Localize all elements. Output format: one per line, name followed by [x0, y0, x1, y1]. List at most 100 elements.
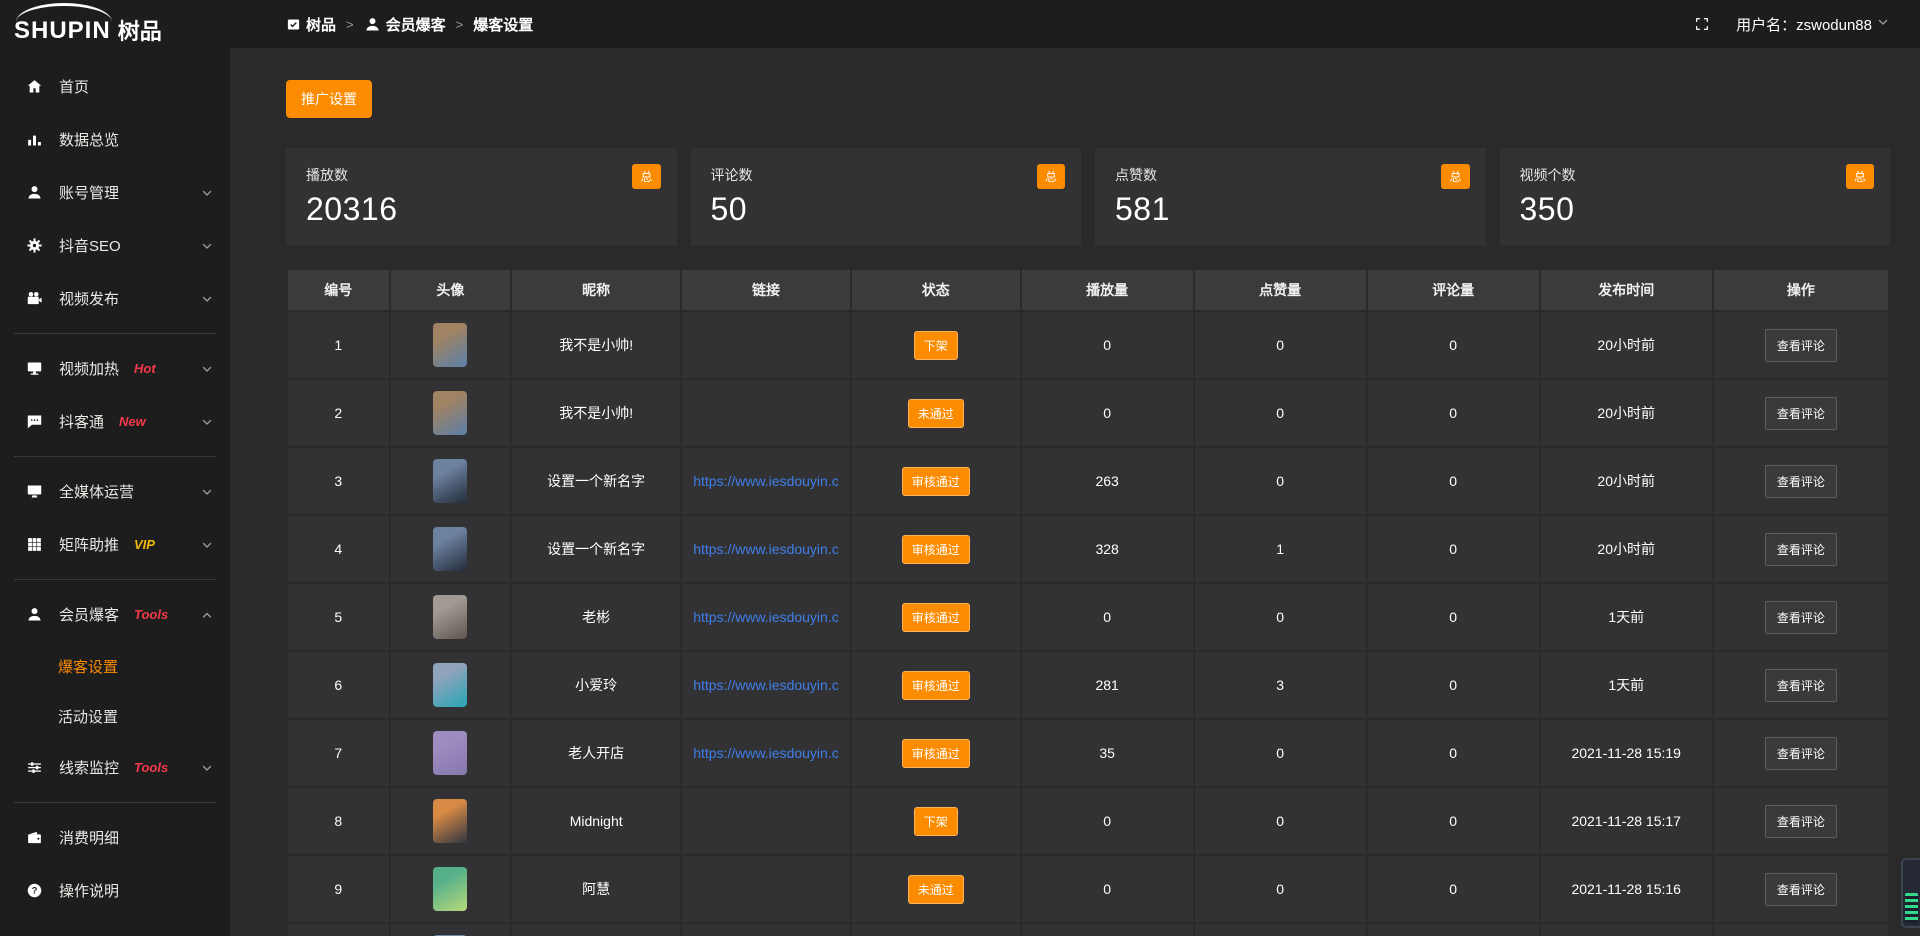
view-comments-button[interactable]: 查看评论 — [1765, 737, 1837, 770]
username-label: 用户名：zswodun88 — [1736, 14, 1872, 35]
cell-avatar — [390, 651, 512, 719]
sidebar-item-label: 抖音SEO — [59, 235, 121, 256]
user-icon — [26, 184, 46, 201]
sidebar-item-label: 线索监控 — [59, 757, 119, 778]
view-comments-button[interactable]: 查看评论 — [1765, 329, 1837, 362]
breadcrumb-label: 树品 — [306, 14, 336, 35]
view-comments-button[interactable]: 查看评论 — [1765, 873, 1837, 906]
cell-avatar — [390, 583, 512, 651]
table-row: 8Midnight下架0002021-11-28 15:17查看评论 — [287, 787, 1889, 855]
video-link[interactable]: https://www.iesdouyin.c — [693, 473, 839, 489]
cell-link — [681, 855, 851, 923]
sidebar-item-label: 会员爆客 — [59, 604, 119, 625]
view-comments-button[interactable]: 查看评论 — [1765, 533, 1837, 566]
sidebar-item-label: 操作说明 — [59, 880, 119, 901]
sidebar-item-matrix-boost[interactable]: 矩阵助推VIP — [0, 518, 230, 571]
column-header: 头像 — [390, 269, 512, 311]
floating-widget[interactable] — [1901, 858, 1920, 928]
view-comments-button[interactable]: 查看评论 — [1765, 601, 1837, 634]
chevron-down-icon — [200, 239, 214, 253]
cell-id: 4 — [287, 515, 390, 583]
cell-publish-time: 1天前 — [1540, 651, 1713, 719]
cell-likes — [1194, 923, 1367, 936]
wallet-icon — [26, 829, 46, 846]
sidebar-item-home[interactable]: 首页 — [0, 60, 230, 113]
cell-action: 查看评论 — [1713, 311, 1889, 379]
cell-nickname: 老彬 — [511, 583, 681, 651]
view-comments-button[interactable]: 查看评论 — [1765, 805, 1837, 838]
breadcrumb-item-1[interactable]: 树品 — [286, 14, 336, 35]
cell-comments: 0 — [1367, 719, 1540, 787]
cell-likes: 0 — [1194, 787, 1367, 855]
table-header-row: 编号头像昵称链接状态播放量点赞量评论量发布时间操作 — [287, 269, 1889, 311]
cell-comments: 0 — [1367, 583, 1540, 651]
sidebar-subitem-baoke-settings[interactable]: 爆客设置 — [0, 641, 230, 691]
status-badge: 下架 — [914, 331, 958, 360]
cell-likes: 0 — [1194, 719, 1367, 787]
cell-nickname: 阿慧 — [511, 855, 681, 923]
chevron-up-icon — [200, 608, 214, 622]
cell-link — [681, 923, 851, 936]
sidebar-item-member-baoke[interactable]: 会员爆客 Tools — [0, 588, 230, 641]
topbar: SHUPIN 树品 树品>会员爆客>爆客设置 用户名：zswodun88 — [0, 0, 1920, 48]
cell-link: https://www.iesdouyin.c — [681, 719, 851, 787]
chat-icon — [26, 413, 46, 430]
view-comments-button[interactable]: 查看评论 — [1765, 397, 1837, 430]
cell-link: https://www.iesdouyin.c — [681, 515, 851, 583]
promotion-settings-button[interactable]: 推广设置 — [286, 80, 372, 118]
cell-publish-time: 20小时前 — [1540, 515, 1713, 583]
sidebar-item-consumption-detail[interactable]: 消费明细 — [0, 811, 230, 864]
sidebar-item-operation-guide[interactable]: ? 操作说明 — [0, 864, 230, 917]
status-badge: 未通过 — [908, 399, 964, 428]
sidebar-item-label: 数据总览 — [59, 129, 119, 150]
sidebar-item-media-operation[interactable]: 全媒体运营 — [0, 465, 230, 518]
username-dropdown[interactable]: 用户名：zswodun88 — [1736, 14, 1890, 35]
sidebar-subitem-activity-settings[interactable]: 活动设置 — [0, 691, 230, 741]
breadcrumb-label: 会员爆客 — [386, 14, 446, 35]
gear-icon — [26, 237, 46, 254]
cell-id: 9 — [287, 855, 390, 923]
cell-avatar — [390, 515, 512, 583]
cell-id: 6 — [287, 651, 390, 719]
sidebar-item-video-heating[interactable]: 视频加热Hot — [0, 342, 230, 395]
video-link[interactable]: https://www.iesdouyin.c — [693, 745, 839, 761]
sidebar-item-label: 视频加热 — [59, 358, 119, 379]
table-row: 6小爱玲https://www.iesdouyin.c审核通过281301天前查… — [287, 651, 1889, 719]
sidebar-item-badge: Tools — [134, 607, 168, 622]
avatar — [433, 731, 467, 775]
sidebar-item-clue-monitor[interactable]: 线索监控Tools — [0, 741, 230, 794]
main-content: 推广设置 播放数20316总评论数50总点赞数581总视频个数350总 编号头像… — [230, 48, 1920, 936]
stat-label: 播放数 — [306, 165, 657, 185]
logo-text: SHUPIN — [14, 19, 111, 43]
sidebar-item-badge: VIP — [134, 537, 155, 552]
sidebar-item-douyin-seo[interactable]: 抖音SEO — [0, 219, 230, 272]
cell-id: 10 — [287, 923, 390, 936]
cell-avatar — [390, 923, 512, 936]
breadcrumb-item-2[interactable]: 会员爆客 — [364, 14, 446, 35]
cell-plays: 0 — [1021, 787, 1194, 855]
video-link[interactable]: https://www.iesdouyin.c — [693, 609, 839, 625]
sidebar-item-douke-tong[interactable]: 抖客通New — [0, 395, 230, 448]
cell-plays: 263 — [1021, 447, 1194, 515]
breadcrumb-label: 爆客设置 — [473, 14, 533, 35]
sidebar-item-account-management[interactable]: 账号管理 — [0, 166, 230, 219]
view-comments-button[interactable]: 查看评论 — [1765, 465, 1837, 498]
sidebar-item-video-publish[interactable]: 视频发布 — [0, 272, 230, 325]
monitor-icon — [26, 360, 46, 377]
video-camera-icon — [26, 290, 46, 307]
svg-text:?: ? — [32, 886, 38, 896]
view-comments-button[interactable]: 查看评论 — [1765, 669, 1837, 702]
fullscreen-icon[interactable] — [1694, 16, 1710, 32]
sidebar-item-data-overview[interactable]: 数据总览 — [0, 113, 230, 166]
column-header: 操作 — [1713, 269, 1889, 311]
cell-status: 未通过 — [851, 855, 1021, 923]
user-icon — [364, 16, 381, 33]
cell-action: 查看评论 — [1713, 447, 1889, 515]
cell-id: 3 — [287, 447, 390, 515]
chevron-down-icon — [200, 415, 214, 429]
cell-likes: 0 — [1194, 583, 1367, 651]
video-link[interactable]: https://www.iesdouyin.c — [693, 541, 839, 557]
table-row: 4设置一个新名字https://www.iesdouyin.c审核通过32810… — [287, 515, 1889, 583]
video-link[interactable]: https://www.iesdouyin.c — [693, 677, 839, 693]
avatar — [433, 323, 467, 367]
